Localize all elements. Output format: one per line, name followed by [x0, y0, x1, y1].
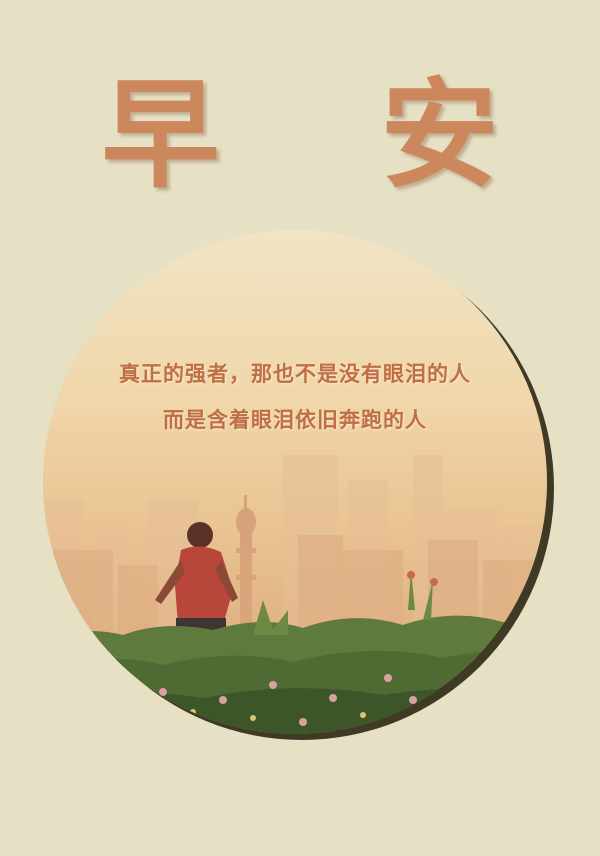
photo-illustration [43, 230, 547, 734]
circular-photo: 真正的强者，那也不是没有眼泪的人 而是含着眼泪依旧奔跑的人 [43, 230, 547, 734]
quote-line-2: 而是含着眼泪依旧奔跑的人 [163, 408, 427, 432]
page-title: 早 安 [101, 66, 559, 204]
quote-line-1: 真正的强者，那也不是没有眼泪的人 [119, 362, 471, 386]
